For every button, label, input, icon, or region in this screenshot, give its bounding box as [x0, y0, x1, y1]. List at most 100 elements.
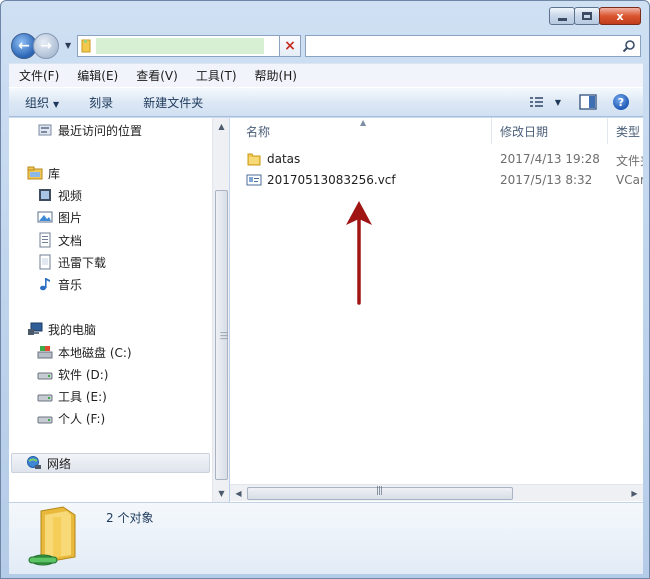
document-icon	[39, 232, 51, 248]
close-icon: x	[616, 9, 624, 23]
sidebar-item-recent[interactable]: 最近访问的位置	[37, 120, 142, 140]
column-header-type[interactable]: 类型	[608, 118, 643, 144]
sidebar-item-label: 迅雷下载	[58, 255, 107, 270]
maximize-icon	[582, 12, 592, 20]
command-bar: 组织 ▼ 刻录 新建文件夹 ▼ ?	[9, 87, 643, 117]
sidebar-item-network[interactable]: 网络	[11, 453, 210, 473]
vcard-file-icon	[246, 174, 262, 186]
sidebar-item-label: 文档	[58, 233, 83, 248]
explorer-window: x ← → ▼ ▼ × 文件(F) 编辑(E) 查看(V) 工具(T) 帮助(H	[0, 0, 650, 579]
sidebar-item-label: 视频	[58, 188, 83, 203]
folders-icon	[28, 506, 76, 566]
drive-icon	[37, 394, 53, 402]
help-icon[interactable]: ?	[613, 94, 629, 110]
sidebar-item-music[interactable]: 音乐	[37, 274, 82, 294]
menu-help[interactable]: 帮助(H)	[245, 67, 305, 84]
forward-button[interactable]: →	[33, 33, 59, 59]
command-bar-right: ▼ ?	[529, 94, 629, 110]
file-row-vcf[interactable]: 20170513083256.vcf 2017/5/13 8:32 VCard	[230, 171, 643, 191]
menu-edit[interactable]: 编辑(E)	[67, 67, 126, 84]
file-type: VCard	[616, 173, 643, 187]
help-glyph: ?	[617, 95, 625, 109]
computer-icon	[28, 322, 43, 335]
arrow-left-icon: ←	[18, 38, 30, 54]
close-button[interactable]: x	[599, 7, 641, 25]
stop-button[interactable]: ×	[279, 35, 301, 57]
sidebar-item-label: 个人 (F:)	[58, 411, 106, 426]
chevron-down-icon: ▼	[53, 99, 60, 109]
network-icon	[27, 456, 41, 469]
search-input[interactable]	[305, 35, 641, 57]
file-row-datas[interactable]: datas 2017/4/13 19:28 文件夹	[230, 150, 643, 170]
sidebar-item-label: 本地磁盘 (C:)	[58, 345, 132, 360]
scrollbar-thumb[interactable]: — — —	[215, 190, 228, 480]
address-path-highlight	[96, 38, 264, 54]
menu-file[interactable]: 文件(F)	[9, 67, 67, 84]
scroll-right-icon[interactable]: ▶	[626, 485, 643, 502]
grip-icon: — — —	[220, 328, 228, 343]
file-list-pane: ▲ 名称 修改日期 类型 datas 2017/4/13 19:28 文件夹 2…	[230, 118, 643, 502]
folder-icon	[81, 39, 91, 53]
folder-icon	[247, 153, 261, 166]
drive-icon	[37, 372, 53, 380]
sidebar-item-drive-c[interactable]: 本地磁盘 (C:)	[37, 342, 132, 362]
new-folder-button[interactable]: 新建文件夹	[127, 94, 217, 111]
menu-bar: 文件(F) 编辑(E) 查看(V) 工具(T) 帮助(H)	[9, 63, 643, 87]
sidebar-item-label: 网络	[47, 456, 72, 471]
sidebar-item-libraries[interactable]: 库	[27, 163, 60, 183]
item-count: 2 个对象	[106, 511, 154, 525]
scrollbar-thumb[interactable]: |||	[247, 486, 513, 500]
organize-button[interactable]: 组织 ▼	[9, 94, 73, 111]
file-date: 2017/5/13 8:32	[500, 173, 593, 187]
x-icon: ×	[284, 38, 296, 54]
column-header-label: 修改日期	[500, 124, 549, 139]
download-folder-icon	[39, 254, 51, 270]
sidebar-item-computer[interactable]: 我的电脑	[27, 319, 96, 339]
column-header-label: 名称	[246, 124, 271, 139]
burn-button[interactable]: 刻录	[73, 94, 127, 111]
grip-icon: |||	[376, 486, 383, 496]
search-icon[interactable]	[622, 39, 636, 53]
column-header-date[interactable]: 修改日期	[492, 118, 608, 144]
sidebar-item-pictures[interactable]: 图片	[37, 207, 82, 227]
music-note-icon	[40, 278, 50, 291]
organize-label: 组织	[25, 95, 50, 110]
sidebar-item-label: 图片	[58, 210, 83, 225]
maximize-button[interactable]	[574, 7, 600, 25]
sidebar-item-label: 库	[48, 166, 61, 181]
horizontal-scrollbar[interactable]: ◀ ||| ▶	[230, 484, 643, 501]
sidebar-item-drive-d[interactable]: 软件 (D:)	[37, 364, 108, 384]
sidebar-item-videos[interactable]: 视频	[37, 185, 82, 205]
sidebar-item-drive-e[interactable]: 工具 (E:)	[37, 386, 107, 406]
preview-pane-icon[interactable]	[579, 94, 597, 110]
scroll-up-icon[interactable]: ▲	[213, 118, 230, 135]
file-type: 文件夹	[616, 154, 643, 168]
sidebar-item-thunder-downloads[interactable]: 迅雷下载	[37, 252, 106, 272]
address-bar[interactable]: ▼	[77, 35, 301, 57]
recent-places-icon	[38, 124, 52, 136]
column-header-name[interactable]: 名称	[230, 118, 492, 144]
menu-tools[interactable]: 工具(T)	[186, 67, 245, 84]
sidebar-item-label: 软件 (D:)	[58, 367, 109, 382]
sidebar-item-drive-f[interactable]: 个人 (F:)	[37, 408, 105, 428]
menu-view[interactable]: 查看(V)	[126, 67, 186, 84]
libraries-icon	[27, 166, 43, 180]
file-name: datas	[267, 152, 301, 166]
navigation-scrollbar[interactable]: ▲ — — — ▼	[212, 118, 229, 502]
view-options-chevron-icon[interactable]: ▼	[555, 98, 561, 107]
system-drive-icon	[37, 346, 53, 359]
file-date: 2017/4/13 19:28	[500, 152, 600, 166]
scroll-left-icon[interactable]: ◀	[230, 485, 247, 502]
minimize-button[interactable]	[549, 7, 575, 25]
arrow-right-icon: →	[40, 38, 52, 54]
recent-pages-dropdown[interactable]: ▼	[65, 41, 71, 50]
sidebar-item-documents[interactable]: 文档	[37, 230, 82, 250]
navigation-pane: 最近访问的位置 库 视频 图片 文档 迅雷下载 音乐 我的电脑 本地磁盘 (C:…	[9, 118, 229, 502]
sidebar-item-label: 音乐	[58, 277, 83, 292]
annotation-arrow-icon	[346, 201, 372, 305]
drive-icon	[37, 416, 53, 424]
sidebar-item-label: 工具 (E:)	[58, 389, 107, 404]
change-view-icon[interactable]	[529, 94, 549, 110]
scroll-down-icon[interactable]: ▼	[213, 485, 230, 502]
video-icon	[39, 189, 51, 201]
